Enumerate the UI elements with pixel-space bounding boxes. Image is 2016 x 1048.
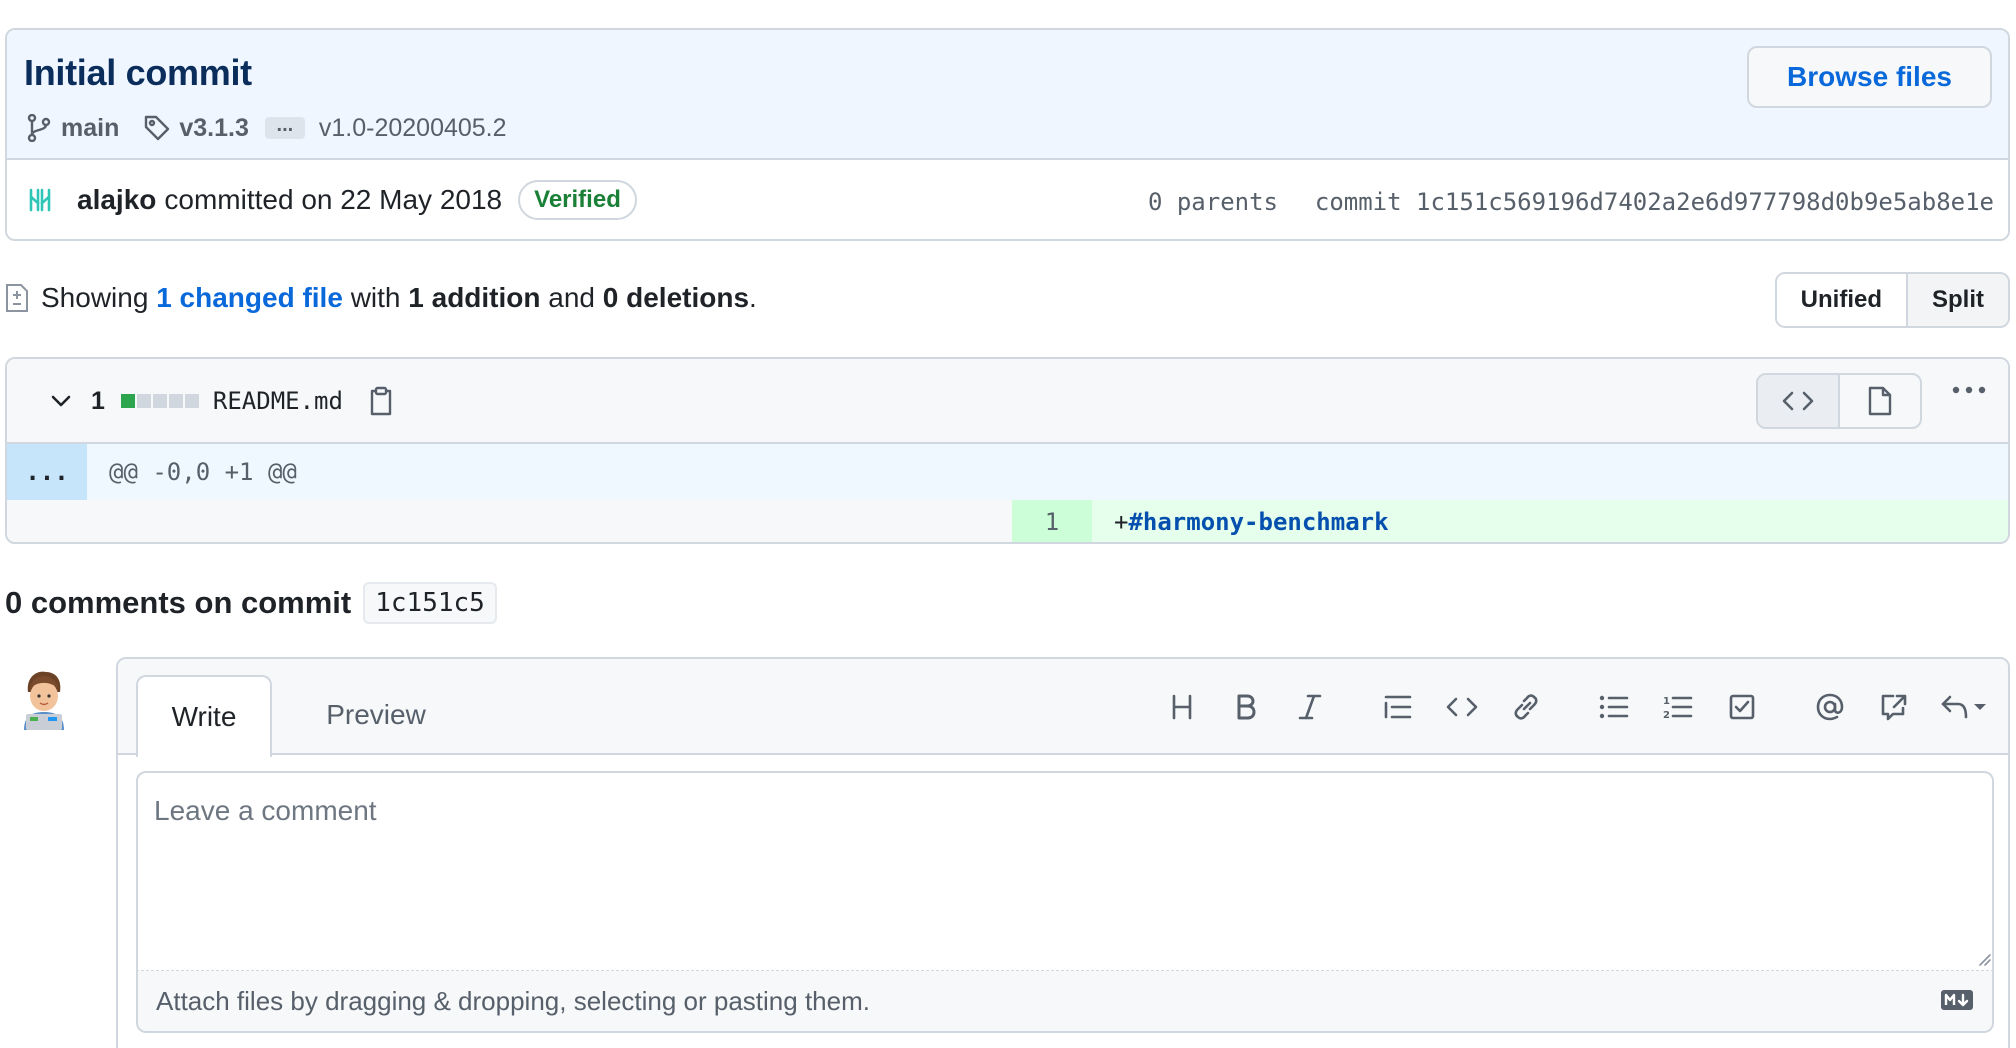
comment-input[interactable] <box>136 771 1994 971</box>
svg-text:2: 2 <box>1663 710 1670 720</box>
file-header: 1 README.md <box>7 359 2008 444</box>
author-name[interactable]: alajko <box>77 184 156 216</box>
rich-view-file-icon[interactable] <box>1840 375 1920 427</box>
commit-refs: main v3.1.3 ... v1.0-20200405.2 <box>27 108 507 148</box>
avatar[interactable] <box>18 668 70 730</box>
mention-icon[interactable] <box>1810 687 1850 727</box>
diff-view-toggle: Unified Split <box>1774 272 2010 328</box>
heading-icon[interactable] <box>1162 687 1202 727</box>
committed-date: committed on 22 May 2018 <box>164 184 503 215</box>
branch-name[interactable]: main <box>61 114 119 143</box>
verified-badge[interactable]: Verified <box>518 180 637 220</box>
changed-files-link[interactable]: 1 changed file <box>156 282 343 314</box>
tag-name[interactable]: v3.1.3 <box>179 114 249 143</box>
view-split-button[interactable]: Split <box>1906 274 2008 326</box>
tag-icon <box>143 114 171 142</box>
author-avatar-icon[interactable] <box>27 187 53 213</box>
summary-with: with <box>350 282 401 313</box>
bold-icon[interactable] <box>1226 687 1266 727</box>
browse-files-button[interactable]: Browse files <box>1747 46 1992 108</box>
commit-header: Initial commit Browse files main v3.1.3 … <box>5 28 2010 241</box>
commit-sha-row: commit 1c151c569196d7402a2e6d977798d0b9e… <box>1315 188 1994 216</box>
kebab-horizontal-icon[interactable] <box>1952 385 1986 395</box>
task-list-icon[interactable] <box>1722 687 1762 727</box>
italic-icon[interactable] <box>1290 687 1330 727</box>
author-row: alajko committed on 22 May 2018 Verified <box>27 178 637 222</box>
hunk-row: ... @@ -0,0 +1 @@ <box>7 444 2008 500</box>
commit-sha: 1c151c569196d7402a2e6d977798d0b9e5ab8e1e <box>1416 188 1994 216</box>
diffstat-bar <box>120 394 201 408</box>
ordered-list-icon[interactable]: 12 <box>1658 687 1698 727</box>
summary-and: and <box>548 282 595 313</box>
summary-prefix: Showing <box>41 282 149 313</box>
additions-count: 1 addition <box>408 282 541 313</box>
code-view-icon[interactable] <box>1758 375 1840 427</box>
line-markup: # <box>1128 508 1143 536</box>
hunk-header: @@ -0,0 +1 @@ <box>87 444 2008 500</box>
commit-meta: alajko committed on 22 May 2018 Verified… <box>7 160 2008 239</box>
comment-editor: Write Preview 1 2 Leave a comment Attach… <box>116 657 2010 1048</box>
file-name[interactable]: README.md <box>213 387 343 415</box>
line-text: harmony-benchmark <box>1142 508 1389 536</box>
diffstat-neutral-block <box>184 394 199 408</box>
git-branch-icon <box>27 114 51 142</box>
diffstat-neutral-block <box>152 394 167 408</box>
summary-suffix: . <box>749 282 757 313</box>
attach-files-bar[interactable]: Attach files by dragging & dropping, sel… <box>136 971 1994 1033</box>
line-prefix: + <box>1114 508 1129 536</box>
saved-replies-icon[interactable] <box>1938 687 1990 727</box>
copy-path-icon[interactable] <box>369 386 393 416</box>
diff-line-left-empty <box>7 500 1012 542</box>
short-sha-chip: 1c151c5 <box>363 582 497 624</box>
tab-write[interactable]: Write <box>136 675 272 757</box>
comments-title: 0 comments on commit <box>5 585 352 620</box>
tab-preview[interactable]: Preview <box>298 677 454 753</box>
file-changes-count: 1 <box>91 386 105 415</box>
quote-icon[interactable] <box>1378 687 1418 727</box>
code-icon[interactable] <box>1442 687 1482 727</box>
commit-title-bar: Initial commit Browse files main v3.1.3 … <box>7 30 2008 160</box>
cross-reference-icon[interactable] <box>1874 687 1914 727</box>
attach-files-text: Attach files by dragging & dropping, sel… <box>156 985 870 1016</box>
markdown-icon[interactable] <box>1940 989 1974 1011</box>
file-diff-icon <box>5 283 29 313</box>
editor-header: Write Preview 1 2 <box>118 659 2008 757</box>
unordered-list-icon[interactable] <box>1594 687 1634 727</box>
file-view-toggle <box>1756 373 1922 429</box>
commit-title: Initial commit <box>24 52 252 93</box>
link-icon[interactable] <box>1506 687 1546 727</box>
parents-count: 0 parents <box>1147 188 1278 216</box>
line-code: + # harmony-benchmark <box>1092 500 2008 542</box>
file-header-info: 1 README.md <box>49 381 393 421</box>
more-tags-button[interactable]: ... <box>264 115 305 139</box>
resize-grip-icon[interactable] <box>1976 951 1992 967</box>
commit-label: commit <box>1314 188 1402 216</box>
markdown-toolbar: 12 <box>1138 687 1990 727</box>
tag-name-secondary[interactable]: v1.0-20200405.2 <box>319 114 507 143</box>
diff-line: 1 + # harmony-benchmark <box>7 500 2008 542</box>
svg-text:1: 1 <box>1663 696 1670 707</box>
diff-summary: Showing 1 changed file with 1 addition a… <box>5 278 757 318</box>
deletions-count: 0 deletions <box>602 282 750 313</box>
diffstat-add-block <box>120 394 135 408</box>
diffstat-neutral-block <box>136 394 151 408</box>
diffstat-neutral-block <box>168 394 183 408</box>
chevron-down-icon[interactable] <box>49 389 73 413</box>
comments-heading: 0 comments on commit 1c151c5 <box>5 580 497 626</box>
file-diff: 1 README.md ... @@ -0,0 +1 @@ 1 + # harm… <box>5 357 2010 544</box>
expand-hunk-button[interactable]: ... <box>7 444 87 500</box>
view-unified-button[interactable]: Unified <box>1776 274 1906 326</box>
line-number[interactable]: 1 <box>1012 500 1092 542</box>
